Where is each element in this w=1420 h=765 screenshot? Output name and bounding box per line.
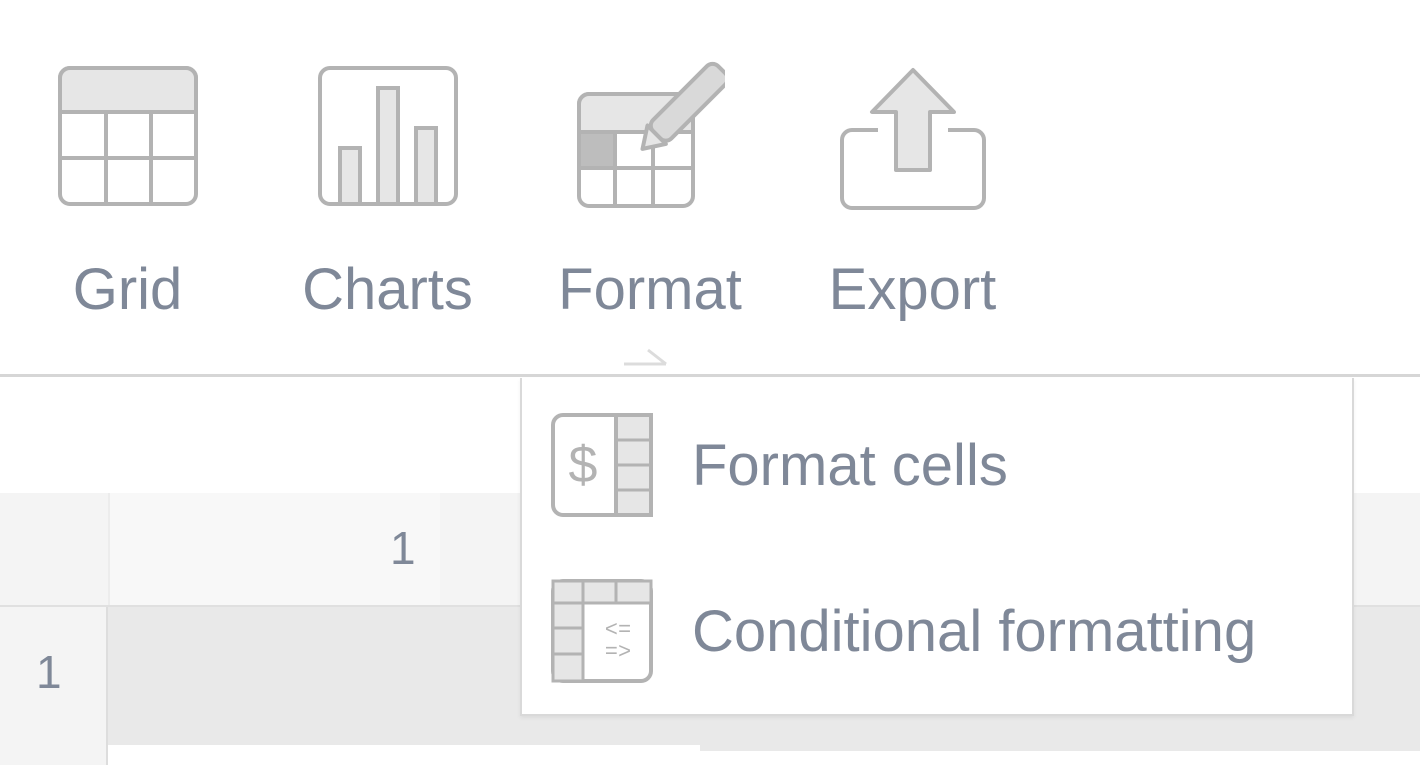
format-icon [540,60,760,220]
format-cells-icon: $ [551,413,653,517]
format-button[interactable]: Format [540,60,760,330]
row-divider [700,745,1420,751]
svg-text:$: $ [569,436,598,494]
format-cells-label: Format cells [692,433,1008,498]
export-icon [810,60,1015,220]
svg-text:=>: => [605,640,631,665]
format-cells-menu-item[interactable]: $ Format cells [522,402,1352,532]
conditional-formatting-icon: <= => [551,579,653,683]
charts-label: Charts [302,257,473,322]
column-header-label: 1 [390,522,416,574]
corner-cell [0,493,110,605]
format-dropdown-menu: $ Format cells <= => Conditional formatt… [520,378,1354,716]
grid-icon [40,60,215,220]
row-header-label: 1 [36,646,62,698]
export-button[interactable]: Export [810,60,1015,330]
row-header-cell[interactable]: 1 [0,607,108,747]
row-header-cell [0,745,108,765]
conditional-formatting-menu-item[interactable]: <= => Conditional formatting [522,568,1352,698]
table-row [0,745,1420,765]
charts-button[interactable]: Charts [280,60,495,330]
export-label: Export [828,257,997,322]
grid-label: Grid [72,257,183,322]
format-label: Format [558,257,742,322]
grid-button[interactable]: Grid [40,60,215,330]
conditional-formatting-label: Conditional formatting [692,599,1257,664]
charts-icon [280,60,495,220]
dropdown-pointer-icon [624,348,667,366]
toolbar: Grid Charts Format Export [0,0,1420,374]
